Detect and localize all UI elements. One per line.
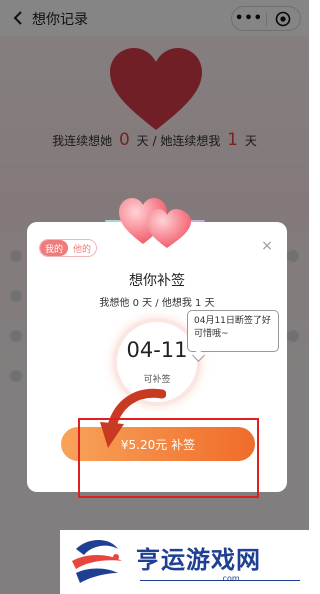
highlight-box xyxy=(78,418,259,498)
dragon-logo-icon xyxy=(72,540,122,583)
tab-theirs[interactable]: 他的 xyxy=(68,240,96,256)
watermark-name: 亨运游戏网 xyxy=(136,545,261,574)
tooltip-text: 04月11日断签了好可惜哦~ xyxy=(194,316,271,339)
missed-date: 04-11 xyxy=(126,338,188,362)
tab-switcher: 我的 他的 xyxy=(39,239,97,257)
watermark-domain: .com xyxy=(220,574,240,583)
missed-tooltip: 04月11日断签了好可惜哦~ xyxy=(187,310,279,362)
close-icon[interactable]: × xyxy=(261,239,273,253)
tab-mine[interactable]: 我的 xyxy=(40,240,68,256)
modal-subtitle: 我想他 0 天 / 他想我 1 天 xyxy=(99,298,215,309)
hearts-icon xyxy=(119,198,191,248)
date-status: 可补签 xyxy=(143,375,171,385)
modal-title: 想你补签 xyxy=(129,273,185,289)
